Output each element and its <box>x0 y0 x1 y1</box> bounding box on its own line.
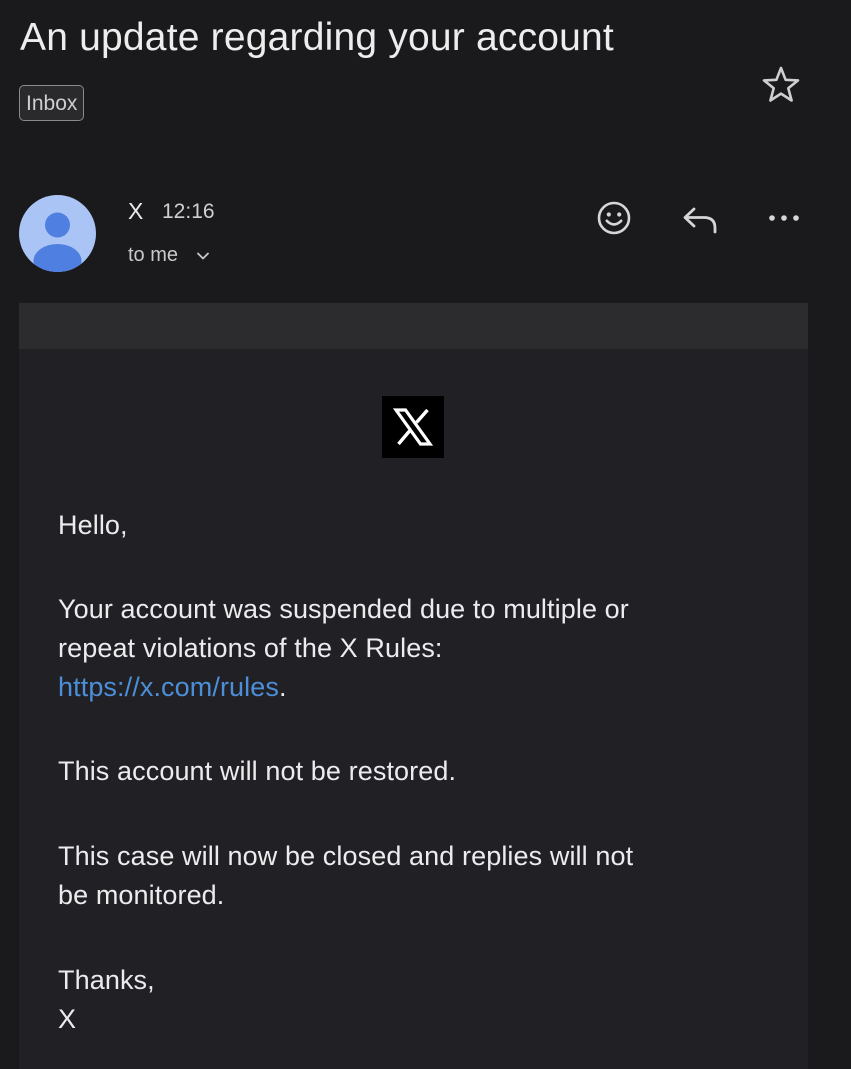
email-view: An update regarding your account Inbox X… <box>0 0 851 1069</box>
sent-time: 12:16 <box>162 200 215 223</box>
x-logo-icon <box>392 408 434 446</box>
sender-name[interactable]: X <box>128 198 143 225</box>
paragraph-line: repeat violations of the X Rules: <box>58 633 443 663</box>
suspension-paragraph: Your account was suspended due to multip… <box>58 590 629 707</box>
email-subject: An update regarding your account <box>20 16 614 59</box>
signoff-block: Thanks, X <box>58 961 155 1039</box>
emoji-reaction-icon[interactable] <box>594 198 634 238</box>
signoff: Thanks, <box>58 965 155 995</box>
x-logo <box>382 396 444 458</box>
paragraph-line: be monitored. <box>58 880 225 910</box>
avatar[interactable] <box>19 195 96 272</box>
label-chip-inbox[interactable]: Inbox <box>19 85 85 121</box>
email-header-band <box>19 303 808 349</box>
email-body: Hello, Your account was suspended due to… <box>19 303 808 1069</box>
reply-icon[interactable] <box>680 199 720 239</box>
paragraph-line: This case will now be closed and replies… <box>58 841 634 871</box>
case-closed-paragraph: This case will now be closed and replies… <box>58 837 633 915</box>
person-icon <box>33 212 82 272</box>
signature: X <box>58 1004 77 1034</box>
star-icon[interactable] <box>760 64 802 106</box>
paragraph-line: https://x.com/rules. <box>58 668 629 707</box>
period: . <box>278 672 287 702</box>
not-restored-paragraph: This account will not be restored. <box>58 756 457 786</box>
chevron-down-icon <box>197 252 209 259</box>
recipient-label: to me <box>128 244 179 266</box>
more-options-icon[interactable] <box>764 198 804 238</box>
paragraph-line: Your account was suspended due to multip… <box>58 594 629 624</box>
rules-link[interactable]: https://x.com/rules <box>58 672 279 702</box>
greeting: Hello, <box>58 510 128 540</box>
recipient-toggle[interactable]: to me <box>128 244 210 267</box>
